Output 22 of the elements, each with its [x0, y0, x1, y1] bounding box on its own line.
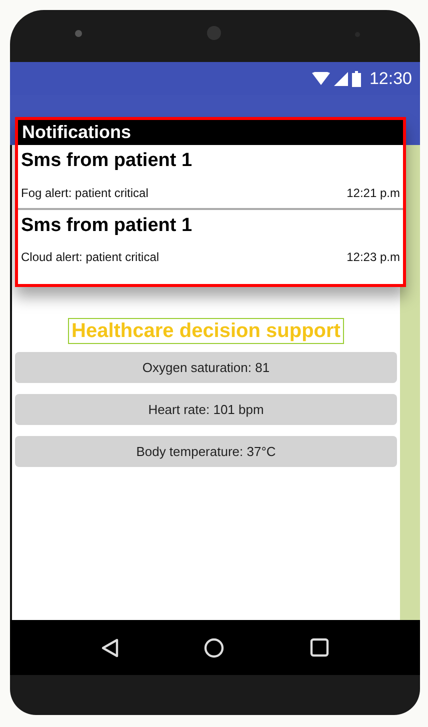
notification-time: 12:21 p.m	[346, 184, 400, 202]
home-icon[interactable]	[204, 638, 224, 658]
battery-icon	[352, 70, 362, 86]
notification-header: Notifications	[18, 120, 403, 146]
notification-card[interactable]: Sms from patient 1 Fog alert: patient critical 12:21 p.m	[18, 145, 403, 210]
sensor-icon	[75, 30, 82, 37]
back-icon[interactable]	[100, 638, 119, 658]
reading-button[interactable]: Heart rate: 101 bpm	[15, 394, 397, 425]
notification-title: Sms from patient 1	[21, 149, 194, 174]
reading-button[interactable]: Body temperature: 37°C	[15, 436, 397, 467]
notification-title: Sms from patient 1	[21, 214, 194, 238]
app-title: Healthcare decision support	[68, 318, 344, 344]
wifi-icon	[312, 72, 330, 85]
signal-icon	[334, 72, 348, 86]
notification-time: 12:23 p.m	[346, 249, 400, 266]
speaker-icon	[207, 26, 221, 40]
clock-time: 12:30	[369, 68, 412, 90]
recents-icon[interactable]	[310, 638, 330, 657]
notification-message: Cloud alert: patient critical	[21, 249, 160, 266]
notification-card[interactable]: Sms from patient 1 Cloud alert: patient critical 12:23 p.m	[18, 210, 403, 284]
reading-button[interactable]: Oxygen saturation: 81	[15, 352, 397, 383]
notification-message: Fog alert: patient critical	[21, 184, 148, 202]
